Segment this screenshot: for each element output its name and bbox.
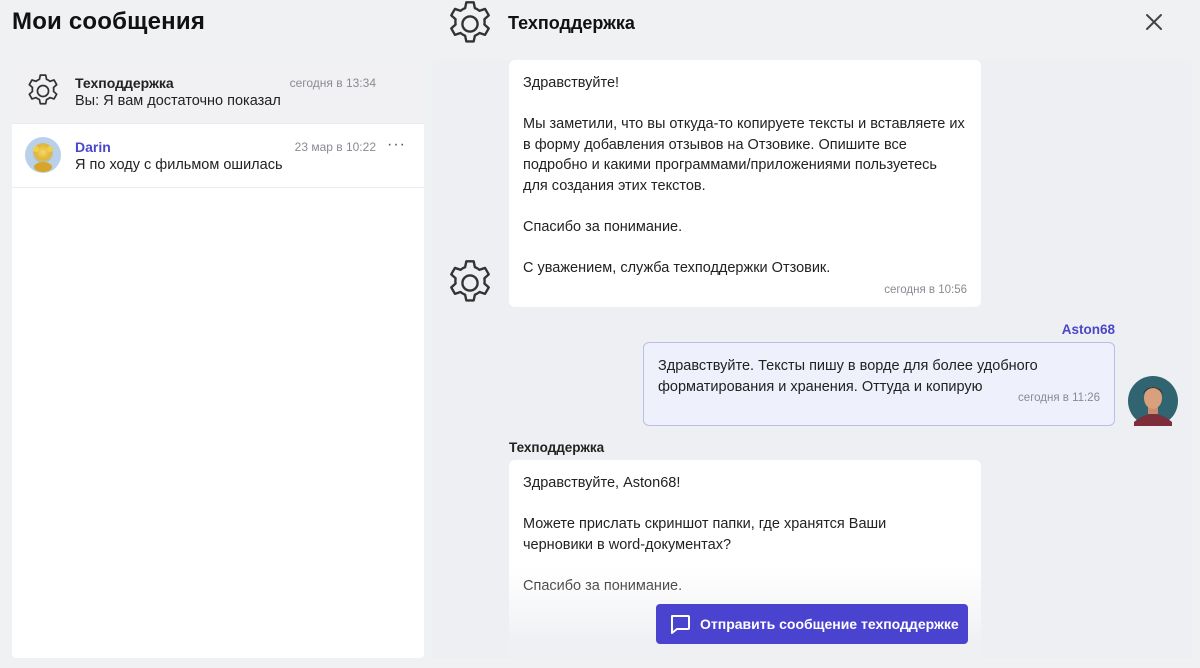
chat-header: Техподдержка <box>444 0 1200 48</box>
conversation-item-darin[interactable]: Darin Я по ходу с фильмом ошилась 23 мар… <box>12 124 424 188</box>
message-text: Здравствуйте, Aston68! <box>523 475 681 491</box>
send-button-label: Отправить сообщение техподдержке <box>700 616 959 632</box>
message-text: С уважением, служба техподдержки Отзовик… <box>523 260 831 277</box>
message-text: Здравствуйте! <box>523 75 620 91</box>
sender-name: Техподдержка <box>509 440 605 455</box>
message-bubble: Здравствуйте! Мы заметили, что вы откуда… <box>509 60 981 307</box>
message-text: Мы заметили, что вы откуда-то копируете … <box>523 116 965 133</box>
gear-icon <box>444 0 496 50</box>
message-text: Можете прислать скриншот папки, где хран… <box>523 516 887 533</box>
message-text: черновики в word-документах? <box>523 536 732 553</box>
message-bubble-own: Здравствуйте. Тексты пишу в ворде для бо… <box>643 342 1115 426</box>
message-time: сегодня в 10:56 <box>884 283 967 296</box>
conversation-list: Техподдержка Вы: Я вам достаточно показа… <box>12 60 424 658</box>
page-title: Мои сообщения <box>12 8 206 35</box>
gear-icon <box>24 72 62 110</box>
gear-icon <box>444 257 496 309</box>
chat-bubble-icon <box>671 615 690 634</box>
message-text: подробно и какими программами/приложения… <box>523 157 937 174</box>
close-icon[interactable] <box>1144 12 1164 32</box>
message-text: Здравствуйте. Тексты пишу в ворде для бо… <box>658 358 1038 374</box>
conversation-item-support[interactable]: Техподдержка Вы: Я вам достаточно показа… <box>12 60 424 124</box>
conversation-name: Техподдержка <box>75 75 174 91</box>
conversation-name: Darin <box>75 139 111 155</box>
message-text: Спасибо за понимание. <box>523 577 683 594</box>
user-avatar <box>25 137 61 173</box>
message-text: для создания этих текстов. <box>523 177 706 194</box>
conversation-preview: Я по ходу с фильмом ошилась <box>75 157 283 173</box>
conversation-preview: Вы: Я вам достаточно показал <box>75 93 281 109</box>
chat-panel: Здравствуйте! Мы заметили, что вы откуда… <box>432 60 1192 658</box>
message-text: Спасибо за понимание. <box>523 219 683 236</box>
message-text: в форму добавления отзывов на Отзовике. … <box>523 136 907 153</box>
conversation-time: сегодня в 13:34 <box>289 76 376 90</box>
send-message-button[interactable]: Отправить сообщение техподдержке <box>656 604 968 644</box>
more-options-icon[interactable]: ··· <box>387 136 406 154</box>
chat-title: Техподдержка <box>508 13 635 33</box>
sender-name: Aston68 <box>1061 322 1115 337</box>
user-avatar <box>1128 376 1178 426</box>
conversation-time: 23 мар в 10:22 <box>294 140 376 154</box>
